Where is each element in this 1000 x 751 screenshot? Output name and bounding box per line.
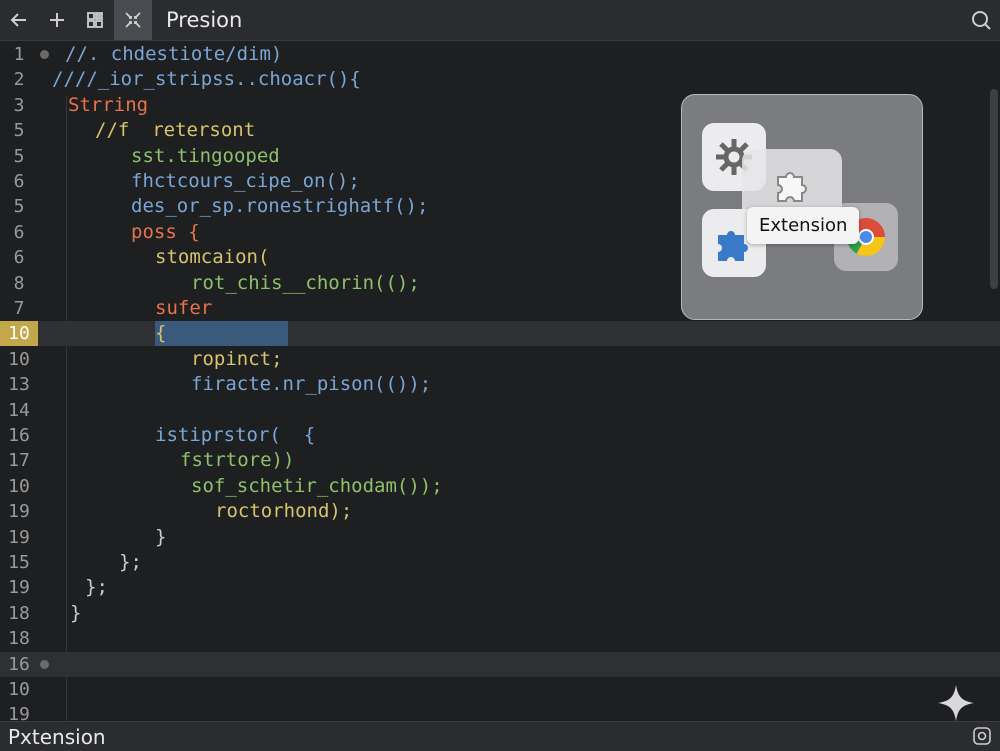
- code-text: fhctcours_cipe_on();: [131, 170, 360, 192]
- line-number: 19: [8, 501, 30, 523]
- code-text: ropinct;: [191, 347, 283, 370]
- code-text: sufer: [155, 297, 213, 319]
- code-line[interactable]: 10 sof_schetir_chodam());: [0, 474, 1000, 499]
- code-line[interactable]: 18: [0, 626, 1000, 651]
- line-number: 16: [8, 653, 30, 675]
- puzzle-icon: [777, 172, 807, 202]
- status-bar: Pxtension: [0, 721, 1000, 751]
- line-number: 19: [8, 577, 30, 599]
- window-title: Presion: [166, 8, 243, 32]
- copyright-icon[interactable]: [972, 726, 992, 746]
- vertical-scrollbar[interactable]: [990, 89, 998, 289]
- line-number: 6: [13, 247, 25, 269]
- status-text: Pxtension: [8, 725, 106, 749]
- code-text: firacte.nr_pison(());: [191, 373, 432, 396]
- code-line[interactable]: 10: [0, 677, 1000, 702]
- code-line[interactable]: 16 istiprstor( {: [0, 423, 1000, 448]
- code-text: Strring: [68, 93, 149, 116]
- code-text: stomcaion(: [155, 246, 270, 269]
- code-text: };: [119, 551, 142, 573]
- code-line[interactable]: 1 //. chdestiote/dim): [0, 42, 1000, 67]
- code-text: }: [70, 601, 82, 624]
- code-text: sst.tingooped: [131, 144, 280, 167]
- code-text: };: [85, 576, 108, 599]
- code-line[interactable]: 19 roctorhond);: [0, 499, 1000, 524]
- extension-tooltip: Extension: [747, 207, 860, 244]
- line-number: 10: [0, 321, 38, 347]
- code-text: sof_schetir_chodam());: [191, 474, 443, 497]
- code-text: ////_ior_stripss..choacr(){: [52, 68, 361, 91]
- line-number: 2: [13, 69, 25, 91]
- code-line[interactable]: 19};: [0, 575, 1000, 600]
- code-text: rot_chis__chorin(();: [191, 271, 420, 294]
- code-line[interactable]: 10 ropinct;: [0, 347, 1000, 372]
- line-number: 18: [8, 628, 30, 650]
- line-number: 5: [13, 145, 25, 167]
- line-number: 5: [13, 120, 25, 142]
- search-button[interactable]: [970, 9, 992, 31]
- line-number: 14: [8, 399, 30, 421]
- line-number: 16: [8, 425, 30, 446]
- line-number: 6: [13, 221, 25, 243]
- sparkle-icon[interactable]: [936, 683, 976, 723]
- fold-marker[interactable]: [40, 50, 49, 59]
- text-selection: [155, 321, 288, 347]
- code-text: des_or_sp.ronestrighatf();: [131, 195, 429, 218]
- line-number: 17: [8, 450, 30, 472]
- arrow-left-icon: [10, 13, 26, 27]
- code-line[interactable]: 18}: [0, 601, 1000, 626]
- line-number: 15: [8, 552, 30, 573]
- layout-button[interactable]: [76, 0, 114, 40]
- code-text: fstrtore)): [180, 449, 295, 472]
- line-number: 5: [13, 196, 25, 218]
- toolbar: Presion: [0, 0, 1000, 41]
- line-number: 7: [13, 298, 25, 319]
- code-line[interactable]: 13 firacte.nr_pison(());: [0, 372, 1000, 397]
- line-number: 1: [13, 44, 25, 65]
- line-number: 13: [8, 374, 30, 396]
- code-text: //f retersont: [95, 119, 256, 142]
- add-button[interactable]: [38, 0, 76, 40]
- plus-icon: [50, 13, 64, 27]
- back-button[interactable]: [0, 0, 38, 40]
- line-number: 8: [13, 272, 25, 294]
- code-line[interactable]: 16: [0, 651, 1000, 677]
- collapse-button[interactable]: [114, 0, 152, 40]
- code-line[interactable]: 15};: [0, 550, 1000, 575]
- line-number: 10: [8, 679, 30, 700]
- code-text: roctorhond);: [215, 500, 353, 523]
- layout-icon: [87, 12, 103, 28]
- code-line[interactable]: 19}: [0, 525, 1000, 550]
- code-text: //. chdestiote/dim): [65, 43, 283, 65]
- code-text: }: [155, 525, 167, 548]
- line-number: 19: [8, 526, 30, 548]
- code-line[interactable]: 17 fstrtore)): [0, 448, 1000, 473]
- code-line[interactable]: 14: [0, 398, 1000, 423]
- fold-marker[interactable]: [40, 659, 49, 669]
- code-line[interactable]: 2 ////_ior_stripss..choacr(){: [0, 67, 1000, 92]
- line-number: 10: [8, 475, 30, 497]
- code-text: {: [155, 322, 167, 345]
- line-number: 10: [8, 348, 30, 370]
- code-text: poss {: [131, 220, 200, 243]
- line-number: 18: [8, 602, 30, 624]
- line-number: 6: [13, 171, 25, 192]
- collapse-icon: [125, 12, 141, 28]
- line-number: 3: [13, 94, 25, 116]
- code-text: istiprstor( {: [155, 424, 316, 446]
- search-icon: [972, 11, 991, 30]
- code-line[interactable]: 10 {: [0, 321, 1000, 347]
